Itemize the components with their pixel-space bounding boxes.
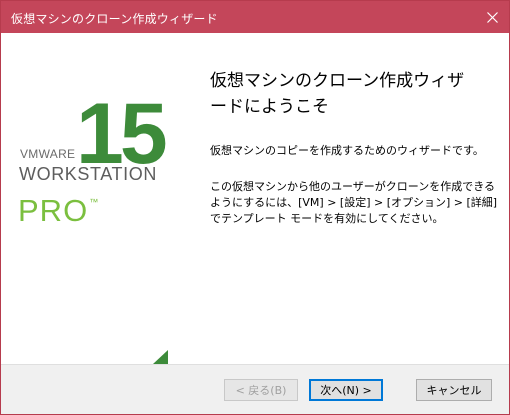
branding-panel: 15 VMWARE WORKSTATION PRO™ bbox=[1, 33, 179, 364]
welcome-heading: 仮想マシンのクローン作成ウィザードにようこそ bbox=[210, 71, 465, 117]
trademark-symbol: ™ bbox=[89, 197, 99, 207]
title-bar: 仮想マシンのクローン作成ウィザード bbox=[1, 1, 509, 33]
brand-name: VMWARE bbox=[20, 147, 76, 161]
close-icon bbox=[486, 11, 498, 23]
next-button[interactable]: 次へ(N) > bbox=[309, 379, 383, 401]
corner-decoration bbox=[153, 350, 168, 364]
button-bar: < 戻る(B) 次へ(N) > キャンセル bbox=[1, 364, 509, 414]
back-button[interactable]: < 戻る(B) bbox=[224, 379, 298, 401]
window-title: 仮想マシンのクローン作成ウィザード bbox=[11, 12, 218, 26]
product-name: WORKSTATION bbox=[19, 164, 157, 184]
edition-label: PRO bbox=[18, 193, 89, 228]
welcome-panel: 仮想マシンのクローン作成ウィザードにようこそ 仮想マシンのコピーを作成するための… bbox=[179, 33, 509, 364]
product-edition: PRO™ bbox=[18, 184, 98, 229]
close-button[interactable] bbox=[475, 1, 509, 33]
cancel-button[interactable]: キャンセル bbox=[416, 379, 492, 401]
description-text: 仮想マシンのコピーを作成するためのウィザードです。 bbox=[210, 144, 484, 157]
clone-wizard-window: 仮想マシンのクローン作成ウィザード 15 VMWARE WORKSTATION … bbox=[0, 0, 510, 415]
template-hint-text: この仮想マシンから他のユーザーがクローンを作成できるようにするには、[VM] >… bbox=[210, 180, 498, 225]
